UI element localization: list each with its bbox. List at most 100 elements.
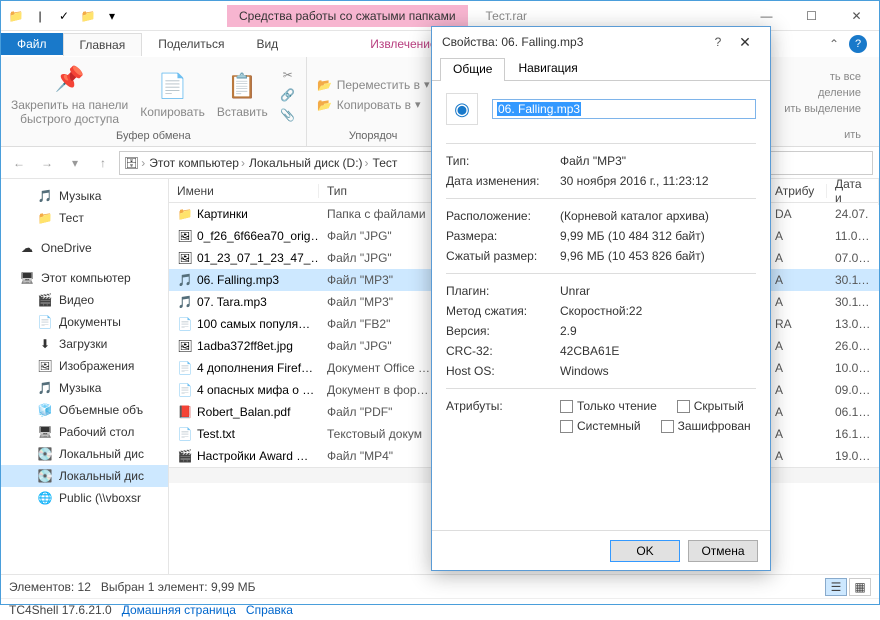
file-attr: A: [767, 339, 827, 353]
tab-home[interactable]: Главная: [63, 33, 143, 56]
sidebar-item-test[interactable]: 📁Тест: [1, 207, 168, 229]
label-modified: Дата изменения:: [446, 174, 560, 188]
close-button[interactable]: ✕: [834, 2, 879, 30]
ribbon-group-clipboard: 📌 Закрепить на панели быстрого доступа 📄…: [1, 57, 307, 146]
value-size: 9,99 МБ (10 484 312 байт): [560, 229, 756, 243]
obscured-text-3: ить выделение: [784, 103, 861, 115]
file-date: 24.07.: [827, 207, 879, 221]
file-type-icon: ◉: [446, 93, 478, 125]
qat-dropdown-icon[interactable]: ▾: [101, 5, 123, 27]
sidebar-item-music2[interactable]: 🎵Музыка: [1, 377, 168, 399]
file-date: 30.11.2: [827, 295, 879, 309]
sidebar-item-thispc[interactable]: 🖥Этот компьютер: [1, 267, 168, 289]
cube-icon: 🧊: [37, 402, 53, 418]
file-attr: RA: [767, 317, 827, 331]
copy-to-button[interactable]: 📂Копировать в ▾: [313, 96, 434, 114]
ok-button[interactable]: OK: [610, 540, 680, 562]
sidebar-item-localdisk[interactable]: 💽Локальный дис: [1, 443, 168, 465]
file-attr: A: [767, 405, 827, 419]
sidebar-item-3dobjects[interactable]: 🧊Объемные объ: [1, 399, 168, 421]
pin-button[interactable]: 📌 Закрепить на панели быстрого доступа: [7, 62, 132, 128]
crumb-disk[interactable]: Локальный диск (D:): [249, 156, 363, 170]
file-attr: A: [767, 273, 827, 287]
column-date[interactable]: Дата и: [827, 179, 879, 205]
qat-folder-icon[interactable]: 📁: [77, 5, 99, 27]
file-name: 1adba372ff8et.jpg: [197, 339, 293, 353]
dialog-close-button[interactable]: ✕: [730, 34, 760, 51]
file-name: 01_23_07_1_23_47_…: [197, 251, 319, 265]
move-to-button[interactable]: 📂Переместить в ▾: [313, 76, 434, 94]
paste-button[interactable]: 📋 Вставить: [213, 69, 272, 121]
file-date: 19.05.2: [827, 449, 879, 463]
disk-icon: 💽: [37, 446, 53, 462]
pictures-icon: 🖼: [37, 358, 53, 374]
sidebar-item-localdisk2[interactable]: 💽Локальный дис: [1, 465, 168, 487]
tab-view[interactable]: Вид: [240, 33, 294, 55]
help-icon[interactable]: ?: [849, 35, 867, 53]
sidebar-item-downloads[interactable]: ⬇Загрузки: [1, 333, 168, 355]
column-name[interactable]: Имени: [169, 184, 319, 198]
copy-path-button[interactable]: 🔗: [276, 86, 300, 104]
file-icon: 📄: [177, 360, 193, 376]
view-icons-button[interactable]: ▦: [849, 578, 871, 596]
label-location: Расположение:: [446, 209, 560, 223]
folder-icon[interactable]: 📁: [5, 5, 27, 27]
up-button[interactable]: ↑: [91, 151, 115, 175]
sidebar-item-onedrive[interactable]: ☁OneDrive: [1, 237, 168, 259]
value-packed: 9,96 МБ (10 453 826 байт): [560, 249, 756, 263]
breadcrumb-archive-icon[interactable]: 🗄: [124, 156, 139, 170]
crumb-test[interactable]: Тест: [373, 156, 398, 170]
label-type: Тип:: [446, 154, 560, 168]
checkbox-readonly[interactable]: Только чтение: [560, 399, 657, 413]
maximize-button[interactable]: ☐: [789, 2, 834, 30]
view-switcher: ☰ ▦: [825, 578, 871, 596]
ribbon-expand-icon[interactable]: ⌃: [829, 37, 839, 51]
video-icon: 🎬: [37, 292, 53, 308]
file-icon: 📄: [177, 382, 193, 398]
cut-button[interactable]: ✂: [276, 66, 300, 84]
file-icon: 📄: [177, 426, 193, 442]
dialog-buttons: OK Отмена: [432, 530, 770, 570]
back-button[interactable]: ←: [7, 151, 31, 175]
dialog-tab-navigation[interactable]: Навигация: [505, 57, 590, 80]
sidebar-item-desktop[interactable]: 🖥Рабочий стол: [1, 421, 168, 443]
value-hostos: Windows: [560, 364, 756, 378]
file-attr: A: [767, 449, 827, 463]
sidebar-item-pictures[interactable]: 🖼Изображения: [1, 355, 168, 377]
checkbox-hidden[interactable]: Скрытый: [677, 399, 744, 413]
checkbox-system[interactable]: Системный: [560, 419, 641, 433]
view-details-button[interactable]: ☰: [825, 578, 847, 596]
filename-field[interactable]: 06. Falling.mp3: [492, 99, 756, 119]
checkbox-encrypted[interactable]: Зашифрован: [661, 419, 751, 433]
sidebar-item-documents[interactable]: 📄Документы: [1, 311, 168, 333]
label-attributes: Атрибуты:: [446, 399, 560, 433]
file-name: 100 самых популя…: [197, 317, 310, 331]
file-attr: A: [767, 361, 827, 375]
tab-share[interactable]: Поделиться: [142, 33, 240, 55]
file-date: 26.02.2: [827, 339, 879, 353]
sidebar-item-public[interactable]: 🌐Public (\\vboxsr: [1, 487, 168, 509]
dialog-tab-general[interactable]: Общие: [440, 58, 505, 81]
tab-file[interactable]: Файл: [1, 33, 63, 55]
forward-button[interactable]: →: [35, 151, 59, 175]
cancel-button[interactable]: Отмена: [688, 540, 758, 562]
sidebar-item-music[interactable]: 🎵Музыка: [1, 185, 168, 207]
qat-check-icon[interactable]: ✓: [53, 5, 75, 27]
sidebar-item-video[interactable]: 🎬Видео: [1, 289, 168, 311]
file-name: 07. Tara.mp3: [197, 295, 267, 309]
pin-icon: 📌: [54, 64, 86, 96]
dialog-help-button[interactable]: ?: [706, 35, 730, 49]
crumb-thispc[interactable]: Этот компьютер: [149, 156, 239, 170]
value-modified: 30 ноября 2016 г., 11:23:12: [560, 174, 756, 188]
file-icon: 📄: [177, 316, 193, 332]
music-icon: 🎵: [37, 380, 53, 396]
dialog-titlebar: Свойства: 06. Falling.mp3 ? ✕: [432, 27, 770, 57]
ribbon-group-organize: 📂Переместить в ▾ 📂Копировать в ▾ Упорядо…: [307, 57, 441, 146]
file-date: 07.02.2: [827, 251, 879, 265]
copy-button[interactable]: 📄 Копировать: [136, 69, 209, 121]
history-dropdown[interactable]: ▾: [63, 151, 87, 175]
label-packed: Сжатый размер:: [446, 249, 560, 263]
file-date: 09.03.2: [827, 383, 879, 397]
paste-shortcut-button[interactable]: 📎: [276, 106, 300, 124]
column-attributes[interactable]: Атрибу: [767, 184, 827, 198]
